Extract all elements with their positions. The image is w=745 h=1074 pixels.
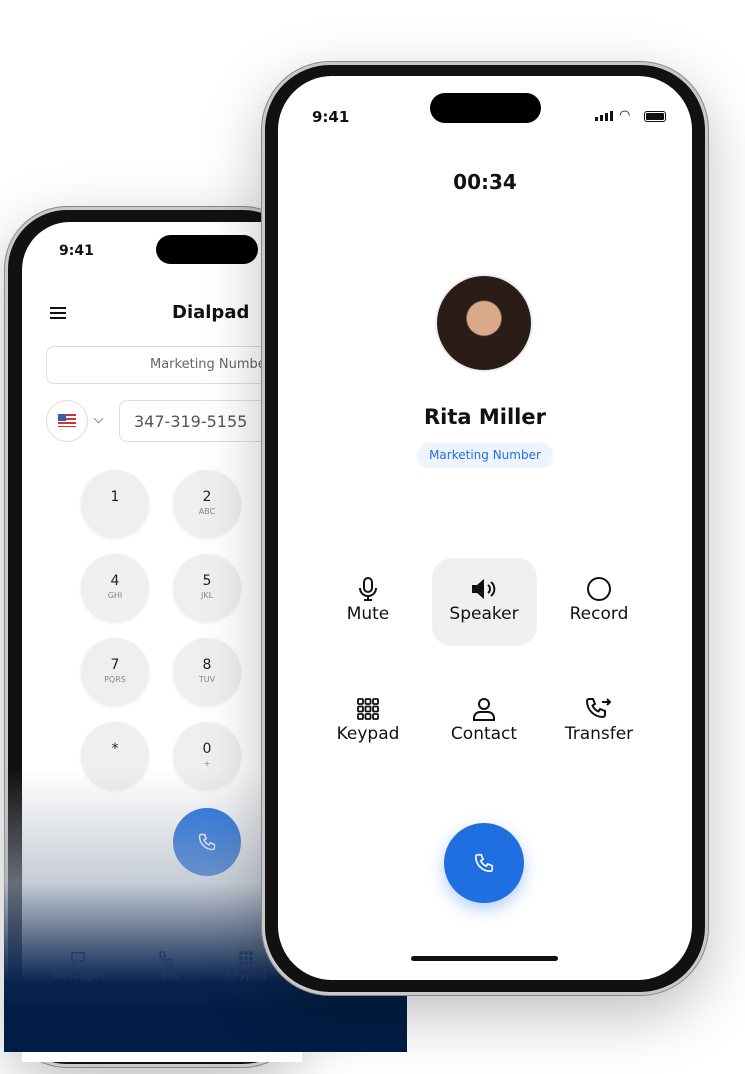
key-letters: JKL bbox=[200, 591, 214, 600]
key-digit: 0 bbox=[202, 741, 212, 757]
key-letters: GHI bbox=[107, 591, 123, 600]
dynamic-island bbox=[156, 235, 258, 264]
key-letters: PQRS bbox=[104, 675, 126, 684]
key-digit: 8 bbox=[202, 657, 212, 673]
front-phone-screen: 9:41 ◠ 00:34 Rita Miller Marketing Numbe… bbox=[278, 76, 692, 980]
nav-calls[interactable]: Calls bbox=[126, 950, 206, 982]
keypad-icon bbox=[357, 698, 379, 720]
record-icon bbox=[587, 577, 611, 601]
speaker-button[interactable]: Speaker bbox=[431, 576, 537, 624]
contact-button[interactable]: Contact bbox=[431, 696, 537, 744]
speaker-icon bbox=[472, 579, 496, 599]
key-digit: 7 bbox=[110, 657, 120, 673]
dynamic-island bbox=[430, 93, 541, 123]
key-digit: * bbox=[111, 741, 119, 757]
signal-icon bbox=[595, 111, 613, 121]
caller-id-select[interactable]: Marketing Number bbox=[46, 346, 286, 384]
keypad-button[interactable]: Keypad bbox=[315, 696, 421, 744]
contact-name: Rita Miller bbox=[424, 405, 546, 429]
wifi-icon: ◠ bbox=[619, 108, 631, 123]
us-flag-icon bbox=[58, 414, 76, 427]
dial-key[interactable]: 4 GHI bbox=[81, 554, 149, 622]
status-time: 9:41 bbox=[59, 243, 94, 259]
status-time: 9:41 bbox=[312, 108, 350, 126]
dial-key[interactable]: 5 JKL bbox=[173, 554, 241, 622]
dial-key[interactable]: 7 PQRS bbox=[81, 638, 149, 706]
end-call-button[interactable] bbox=[444, 823, 524, 903]
dial-key[interactable]: 2 ABC bbox=[173, 470, 241, 538]
key-digit: 4 bbox=[110, 573, 120, 589]
key-letters: ABC bbox=[198, 507, 216, 516]
phone-icon bbox=[159, 951, 173, 965]
avatar bbox=[435, 274, 533, 372]
call-timer: 00:34 bbox=[453, 170, 517, 194]
record-button[interactable]: Record bbox=[546, 576, 652, 624]
mute-button[interactable]: Mute bbox=[315, 576, 421, 624]
dial-key[interactable]: 8 TUV bbox=[173, 638, 241, 706]
nav-messages[interactable]: Messages bbox=[38, 950, 118, 982]
key-digit: 2 bbox=[202, 489, 212, 505]
key-digit: 1 bbox=[110, 489, 120, 505]
chevron-down-icon[interactable] bbox=[93, 413, 104, 424]
keypad-icon bbox=[239, 951, 253, 965]
phone-icon bbox=[474, 853, 494, 873]
message-icon bbox=[71, 952, 85, 966]
country-select[interactable] bbox=[46, 400, 88, 442]
transfer-button[interactable]: Transfer bbox=[546, 696, 652, 744]
transfer-call-icon bbox=[585, 698, 612, 719]
dial-key[interactable]: 1 bbox=[81, 470, 149, 538]
battery-icon bbox=[644, 111, 666, 122]
line-badge: Marketing Number bbox=[417, 443, 553, 468]
page-title: Dialpad bbox=[172, 302, 250, 323]
key-letters: + bbox=[203, 759, 211, 768]
microphone-icon bbox=[359, 577, 377, 601]
key-letters: TUV bbox=[198, 675, 216, 684]
home-indicator[interactable] bbox=[411, 956, 558, 961]
menu-icon[interactable] bbox=[50, 307, 66, 319]
key-digit: 5 bbox=[202, 573, 212, 589]
contact-icon bbox=[473, 698, 495, 721]
